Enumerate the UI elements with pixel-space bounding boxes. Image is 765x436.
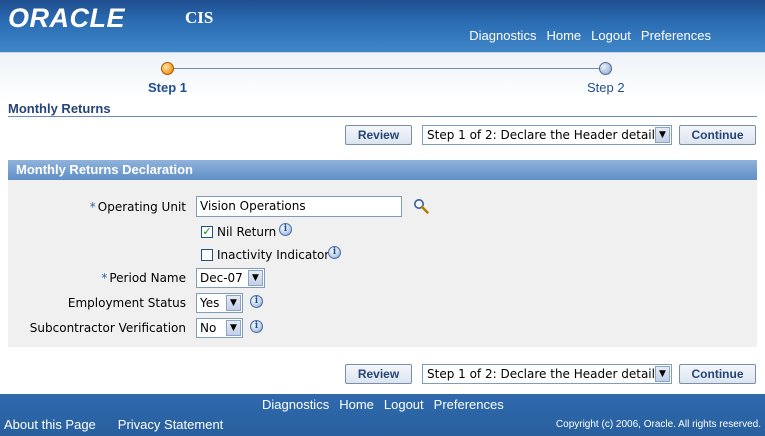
footer-link-logout[interactable]: Logout bbox=[384, 397, 424, 412]
global-link-logout[interactable]: Logout bbox=[591, 28, 631, 43]
inactivity-indicator-label: Inactivity Indicator bbox=[217, 248, 330, 262]
copyright-text: Copyright (c) 2006, Oracle. All rights r… bbox=[555, 419, 761, 430]
subcontractor-verification-label: Subcontractor Verification bbox=[29, 321, 186, 335]
footer-link-home[interactable]: Home bbox=[339, 397, 374, 412]
footer-link-diagnostics[interactable]: Diagnostics bbox=[262, 397, 329, 412]
chevron-down-icon[interactable]: ▼ bbox=[655, 127, 670, 143]
footer-link-preferences[interactable]: Preferences bbox=[434, 397, 504, 412]
nil-return-label: Nil Return bbox=[217, 225, 277, 239]
section-header: Monthly Returns Declaration bbox=[8, 160, 757, 180]
global-links: Diagnostics Home Logout Preferences bbox=[469, 28, 711, 43]
page-title: Monthly Returns bbox=[8, 101, 111, 116]
employment-status-select[interactable]: Yes ▼ bbox=[196, 293, 243, 313]
info-icon[interactable]: i bbox=[279, 223, 292, 236]
train-step-2-label[interactable]: Step 2 bbox=[587, 80, 625, 95]
info-icon[interactable]: i bbox=[328, 246, 341, 259]
continue-button-top[interactable]: Continue bbox=[679, 125, 756, 145]
step-select-top-value: Step 1 of 2: Declare the Header details bbox=[427, 128, 662, 142]
nil-return-checkbox[interactable]: ✓ bbox=[201, 226, 213, 238]
train-step-1-label: Step 1 bbox=[148, 80, 188, 95]
global-link-home[interactable]: Home bbox=[546, 28, 581, 43]
chevron-down-icon[interactable]: ▼ bbox=[226, 320, 241, 336]
subcontractor-verification-value: No bbox=[200, 321, 217, 335]
period-name-value: Dec-07 bbox=[200, 271, 243, 285]
subcontractor-verification-select[interactable]: No ▼ bbox=[196, 318, 243, 338]
chevron-down-icon[interactable]: ▼ bbox=[248, 270, 263, 286]
train-line bbox=[167, 68, 606, 69]
step-select-bottom-value: Step 1 of 2: Declare the Header details bbox=[427, 367, 662, 381]
footer-bottom-links: About this Page Privacy Statement bbox=[4, 417, 223, 432]
search-icon[interactable] bbox=[413, 198, 429, 214]
privacy-statement-link[interactable]: Privacy Statement bbox=[118, 417, 224, 432]
operating-unit-label: * Operating Unit bbox=[6, 200, 186, 214]
title-divider bbox=[8, 116, 757, 117]
continue-button-bottom[interactable]: Continue bbox=[679, 364, 756, 384]
operating-unit-label-text: Operating Unit bbox=[97, 200, 186, 214]
train-step-2-dot-icon[interactable] bbox=[599, 62, 612, 75]
employment-status-label: Employment Status bbox=[67, 296, 186, 310]
train-band bbox=[0, 52, 765, 101]
info-icon[interactable]: i bbox=[250, 295, 263, 308]
info-icon[interactable]: i bbox=[250, 320, 263, 333]
global-link-preferences[interactable]: Preferences bbox=[641, 28, 711, 43]
step-select-bottom[interactable]: Step 1 of 2: Declare the Header details … bbox=[422, 364, 672, 384]
footer-links: Diagnostics Home Logout Preferences bbox=[262, 397, 504, 412]
inactivity-indicator-checkbox[interactable] bbox=[201, 249, 213, 261]
global-link-diagnostics[interactable]: Diagnostics bbox=[469, 28, 536, 43]
period-name-select[interactable]: Dec-07 ▼ bbox=[196, 268, 265, 288]
operating-unit-input[interactable]: Vision Operations bbox=[196, 196, 402, 217]
app-name: CIS bbox=[185, 8, 214, 27]
chevron-down-icon[interactable]: ▼ bbox=[655, 366, 670, 382]
period-name-label-text: Period Name bbox=[109, 271, 186, 285]
step-select-top[interactable]: Step 1 of 2: Declare the Header details … bbox=[422, 125, 672, 145]
period-name-label: * Period Name bbox=[6, 271, 186, 285]
required-marker: * bbox=[89, 200, 96, 214]
review-button-bottom[interactable]: Review bbox=[345, 364, 412, 384]
required-marker: * bbox=[101, 271, 108, 285]
about-this-page-link[interactable]: About this Page bbox=[4, 417, 96, 432]
train-step-1-dot-icon bbox=[161, 62, 174, 75]
chevron-down-icon[interactable]: ▼ bbox=[226, 295, 241, 311]
employment-status-value: Yes bbox=[200, 296, 220, 310]
oracle-logo: ORACLE bbox=[8, 3, 125, 33]
review-button-top[interactable]: Review bbox=[345, 125, 412, 145]
